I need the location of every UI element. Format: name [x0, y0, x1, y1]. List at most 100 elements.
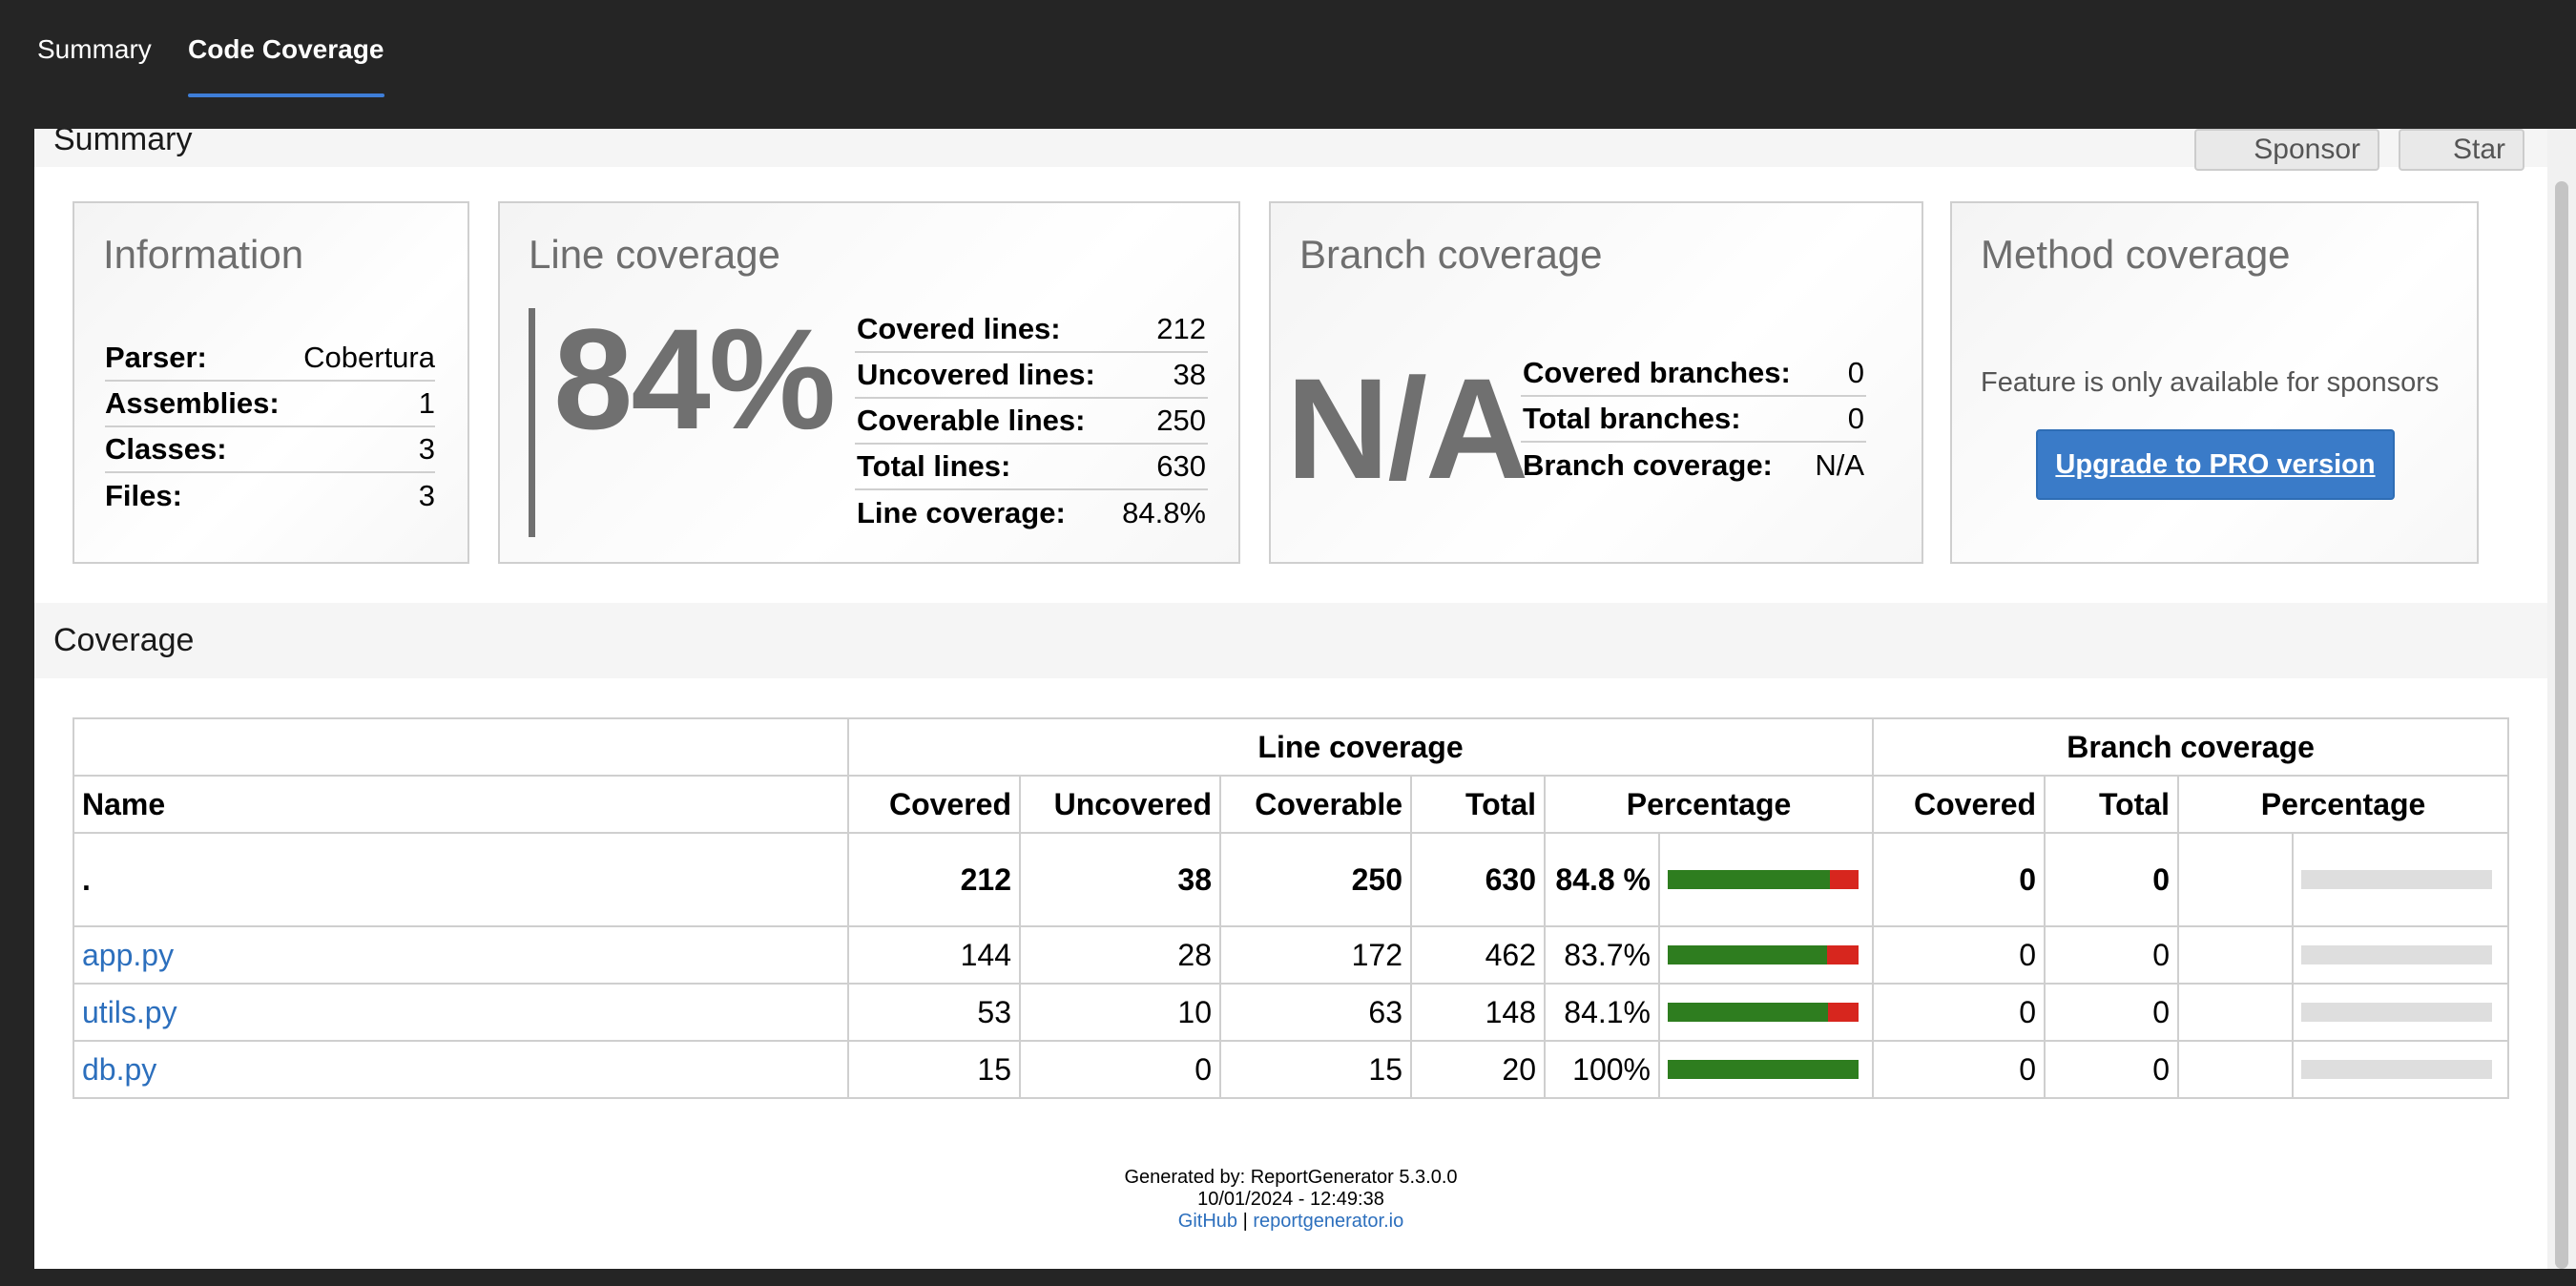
total-column-header[interactable]: Total: [1410, 775, 1546, 834]
row-total: 630: [1410, 832, 1546, 927]
info-row: Files: 3: [105, 472, 435, 518]
row-branch-total: 0: [2044, 1040, 2180, 1099]
info-row: Parser: Cobertura: [105, 335, 435, 382]
branch-percentage-column-header[interactable]: Percentage: [2177, 775, 2510, 834]
line-coverage-accent-bar: [529, 308, 535, 537]
row-branch-percentage: [2177, 925, 2295, 985]
upgrade-pro-button[interactable]: Upgrade to PRO version: [2036, 429, 2395, 500]
summary-section-header: Summary Sponsor Star: [34, 129, 2547, 171]
row-uncovered: 10: [1019, 983, 1221, 1042]
row-percentage: 84.1%: [1544, 983, 1660, 1042]
stat-row: Covered branches: 0: [1521, 350, 1866, 397]
stat-key: Coverable lines:: [855, 398, 1114, 445]
row-branch-covered: 0: [1872, 832, 2046, 927]
stat-row: Total branches: 0: [1521, 396, 1866, 443]
coverage-bar-covered: [1668, 945, 1828, 964]
coverage-bar-covered: [1668, 870, 1830, 889]
summary-section-title: Summary: [53, 129, 193, 157]
empty-header-cell: [73, 717, 849, 777]
info-key: Assemblies:: [105, 381, 294, 427]
row-coverage-bar-cell: [1657, 1040, 1875, 1099]
line-coverage-big-percent: 84%: [553, 299, 836, 459]
footer-separator: |: [1242, 1211, 1248, 1232]
branch-total-column-header[interactable]: Total: [2044, 775, 2180, 834]
row-branch-bar-cell: [2292, 925, 2510, 985]
row-name: utils.py: [73, 983, 849, 1042]
line-coverage-card: Line coverage 84% Covered lines: 212 Unc…: [498, 201, 1240, 564]
stat-row: Covered lines: 212: [855, 306, 1208, 353]
stat-key: Total branches:: [1521, 396, 1810, 443]
stat-value: 0: [1809, 350, 1866, 397]
file-link-utils[interactable]: utils.py: [82, 995, 177, 1029]
row-branch-bar-cell: [2292, 832, 2510, 927]
branch-coverage-bar: [2301, 1060, 2493, 1079]
stat-key: Line coverage:: [857, 495, 1066, 529]
stat-row: Branch coverage: N/A: [1521, 442, 1866, 487]
stat-value: N/A: [1815, 447, 1864, 482]
tab-code-coverage[interactable]: Code Coverage: [188, 34, 384, 65]
row-percentage: 84.8 %: [1544, 832, 1660, 927]
coverable-column-header[interactable]: Coverable: [1219, 775, 1412, 834]
stat-row: Line coverage: 84.8%: [855, 489, 1208, 535]
file-link-app[interactable]: app.py: [82, 938, 174, 972]
row-coverable: 63: [1219, 983, 1412, 1042]
info-key: Parser:: [105, 335, 294, 382]
row-total: 462: [1410, 925, 1546, 985]
row-coverable: 250: [1219, 832, 1412, 927]
coverage-bar-uncovered: [1829, 870, 1859, 889]
table-row-total: . 212 38 250 630 84.8 % 0 0: [73, 832, 2510, 927]
coverage-bar: [1668, 870, 1859, 889]
branch-covered-column-header[interactable]: Covered: [1872, 775, 2046, 834]
information-card: Information Parser: Cobertura Assemblies…: [73, 201, 469, 564]
row-branch-percentage: [2177, 832, 2295, 927]
file-link-db[interactable]: db.py: [82, 1052, 156, 1087]
branch-coverage-group-header: Branch coverage: [1872, 717, 2510, 777]
covered-column-header[interactable]: Covered: [847, 775, 1021, 834]
coverage-bar-covered: [1668, 1060, 1859, 1079]
percentage-column-header[interactable]: Percentage: [1543, 775, 1875, 834]
branch-coverage-card-title: Branch coverage: [1299, 232, 1603, 277]
generated-date: 10/01/2024 - 12:49:38: [1197, 1189, 1384, 1210]
info-key: Classes:: [105, 426, 294, 473]
information-card-title: Information: [103, 232, 304, 277]
row-branch-percentage: [2177, 983, 2295, 1042]
row-total: 20: [1410, 1040, 1546, 1099]
branch-coverage-big-value: N/A: [1286, 348, 1528, 508]
row-name: .: [73, 832, 849, 927]
table-row: utils.py 53 10 63 148 84.1% 0 0: [73, 983, 2510, 1042]
coverage-table: Line coverage Branch coverage Name Cover…: [73, 717, 2510, 1099]
uncovered-column-header[interactable]: Uncovered: [1019, 775, 1221, 834]
name-column-header[interactable]: Name: [73, 775, 849, 834]
stat-row: Total lines: 630: [855, 444, 1208, 490]
sponsor-button-label: Sponsor: [2254, 134, 2360, 165]
scrollbar-thumb[interactable]: [2555, 181, 2568, 1269]
stat-key: Branch coverage:: [1523, 447, 1773, 482]
row-branch-total: 0: [2044, 832, 2180, 927]
top-nav-bar: Summary Code Coverage: [0, 0, 2576, 129]
coverage-bar-covered: [1668, 1003, 1829, 1022]
stat-key: Uncovered lines:: [855, 352, 1114, 399]
method-coverage-card-title: Method coverage: [1981, 232, 2291, 277]
reportgenerator-link[interactable]: reportgenerator.io: [1253, 1211, 1403, 1232]
footer-links: GitHub | reportgenerator.io: [34, 1211, 2547, 1233]
branch-coverage-bar: [2301, 945, 2493, 964]
row-percentage: 100%: [1544, 1040, 1660, 1099]
group-header-row: Line coverage Branch coverage: [73, 717, 2510, 777]
star-button[interactable]: Star: [2399, 129, 2524, 171]
row-coverage-bar-cell: [1657, 832, 1875, 927]
row-total: 148: [1410, 983, 1546, 1042]
tab-summary[interactable]: Summary: [37, 34, 152, 65]
info-key: Files:: [105, 478, 182, 512]
method-coverage-card: Method coverage Feature is only availabl…: [1950, 201, 2479, 564]
row-branch-bar-cell: [2292, 983, 2510, 1042]
branch-coverage-bar: [2301, 1003, 2493, 1022]
coverage-bar: [1668, 945, 1859, 964]
stat-row: Uncovered lines: 38: [855, 352, 1208, 399]
row-branch-total: 0: [2044, 925, 2180, 985]
branch-coverage-card: Branch coverage N/A Covered branches: 0 …: [1269, 201, 1923, 564]
stat-row: Coverable lines: 250: [855, 398, 1208, 445]
sponsor-button[interactable]: Sponsor: [2194, 129, 2379, 171]
coverage-section-title: Coverage: [53, 622, 195, 658]
row-uncovered: 0: [1019, 1040, 1221, 1099]
github-link[interactable]: GitHub: [1178, 1211, 1237, 1232]
